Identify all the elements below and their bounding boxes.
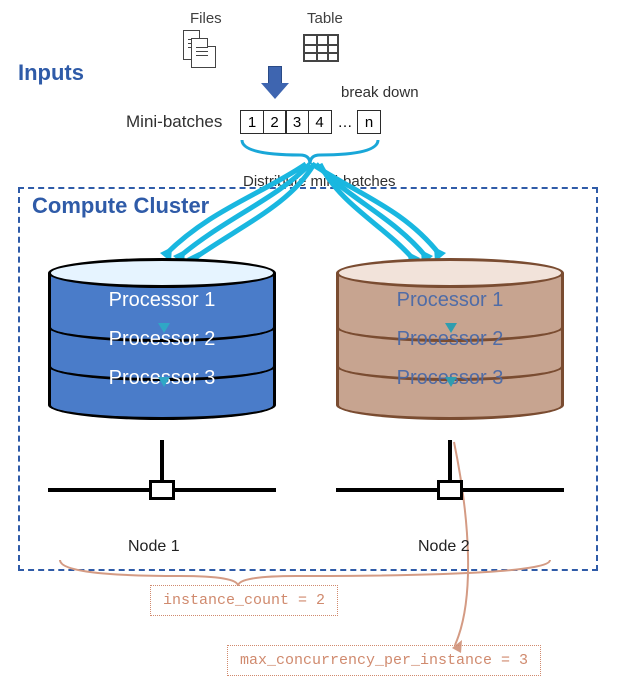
- compute-cluster-title: Compute Cluster: [32, 193, 209, 219]
- breakdown-label: break down: [341, 84, 419, 101]
- node-1-label: Node 1: [128, 538, 180, 556]
- flow-arrow-icon: [158, 377, 170, 387]
- cylinder-top-icon: [336, 258, 564, 288]
- batch-slot: 1: [240, 110, 264, 134]
- batch-slot: n: [357, 110, 381, 134]
- node-2-label: Node 2: [418, 538, 470, 556]
- batch-slot: 3: [285, 110, 309, 134]
- mini-batches-row: 1 2 3 4 … n: [240, 110, 381, 134]
- files-icon: [183, 30, 223, 70]
- mini-batches-label: Mini-batches: [126, 112, 222, 132]
- files-label: Files: [190, 10, 222, 27]
- processor-label: Processor 1: [109, 289, 216, 312]
- table-label: Table: [307, 10, 343, 27]
- flow-arrow-icon: [445, 323, 457, 333]
- inputs-title: Inputs: [18, 60, 84, 86]
- flow-arrow-icon: [158, 323, 170, 333]
- batch-ellipsis: …: [338, 114, 353, 131]
- max-concurrency-annotation: max_concurrency_per_instance = 3: [227, 645, 541, 676]
- cylinder-top-icon: [48, 258, 276, 288]
- batch-slot: 2: [263, 110, 287, 134]
- table-icon: [303, 34, 339, 62]
- instance-count-annotation: instance_count = 2: [150, 585, 338, 616]
- processor-label: Processor 1: [397, 289, 504, 312]
- arrow-down-icon: [261, 66, 289, 100]
- flow-arrow-icon: [445, 377, 457, 387]
- batch-slot: 4: [308, 110, 332, 134]
